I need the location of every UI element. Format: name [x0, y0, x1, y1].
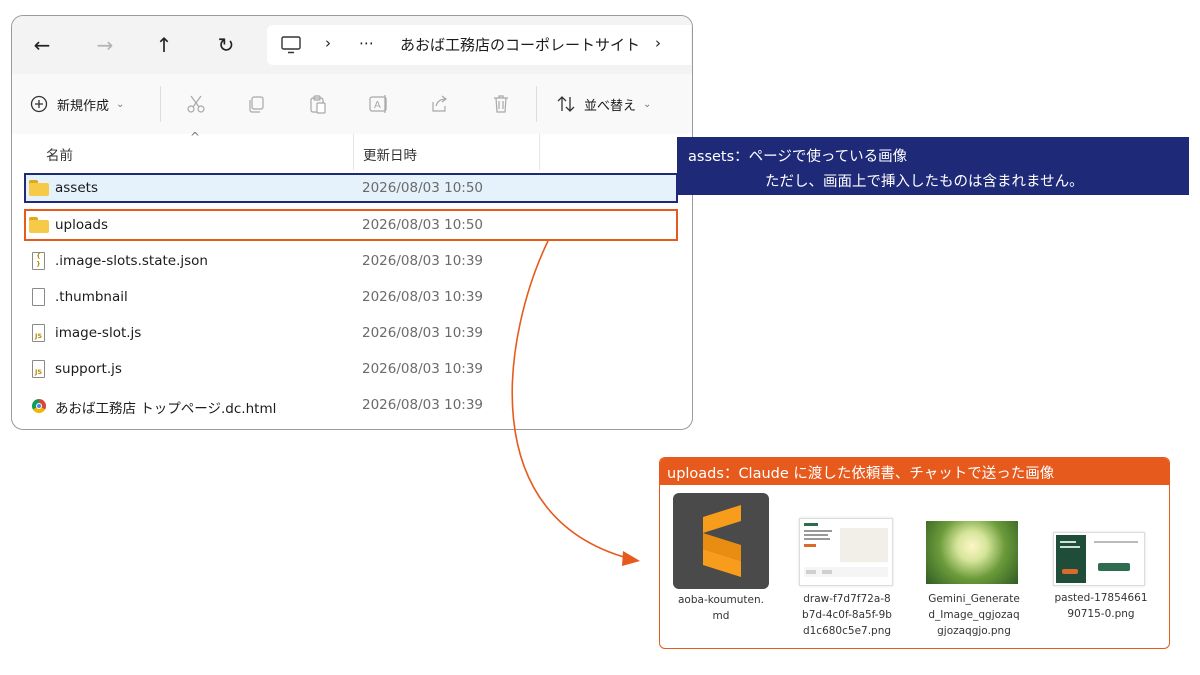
sort-button[interactable]: 並べ替え ⌄: [556, 92, 651, 116]
rename-icon[interactable]: A: [367, 92, 391, 116]
list-item-image-slot-js[interactable]: JS image-slot.js 2026/08/03 10:39: [25, 318, 677, 350]
upload-file-gemini-png[interactable]: Gemini_Generate d_Image_qgjozaq gjozaqgjo.…: [926, 521, 1022, 637]
uploads-callout-title: uploads：Claude に渡した依頼書、チャットで送った画像: [660, 458, 1169, 485]
new-button[interactable]: 新規作成 ⌄: [30, 92, 124, 116]
column-divider[interactable]: [353, 134, 354, 170]
breadcrumb-chevron[interactable]: ›: [325, 34, 331, 52]
js-file-icon: JS: [29, 360, 49, 380]
refresh-icon[interactable]: ↻: [211, 30, 241, 60]
breadcrumb-chevron-end[interactable]: ›: [655, 34, 661, 52]
command-bar: 新規作成 ⌄ A 並べ替え ⌄: [12, 74, 692, 135]
copy-icon[interactable]: [244, 92, 268, 116]
list-item-html[interactable]: あおば工務店 トップページ.dc.html 2026/08/03 10:39: [25, 390, 677, 422]
uploads-callout-panel: uploads：Claude に渡した依頼書、チャットで送った画像 aoba-k…: [659, 457, 1170, 649]
back-icon[interactable]: ←: [27, 30, 57, 60]
upload-file-md[interactable]: aoba-koumuten. md: [673, 493, 769, 622]
list-item-json[interactable]: { } .image-slots.state.json 2026/08/03 1…: [25, 246, 677, 278]
share-icon[interactable]: [427, 92, 451, 116]
toolbar-divider: [160, 86, 161, 122]
upload-file-pasted-png[interactable]: pasted-17854661 90715-0.png: [1053, 532, 1149, 632]
file-date: 2026/08/03 10:39: [362, 397, 484, 413]
new-button-label: 新規作成: [57, 98, 110, 114]
list-item-thumbnail[interactable]: .thumbnail 2026/08/03 10:39: [25, 282, 677, 314]
bokeh-photo-thumbnail-icon: [926, 521, 1018, 584]
screenshot-thumbnail-icon: [1053, 532, 1145, 586]
column-divider[interactable]: [539, 134, 540, 170]
column-header-name[interactable]: 名前: [46, 144, 73, 164]
file-date: 2026/08/03 10:39: [362, 253, 484, 269]
sort-ascending-icon: ^: [190, 130, 201, 144]
uploads-highlight-frame: [24, 209, 678, 241]
breadcrumb-overflow[interactable]: ⋯: [359, 34, 374, 52]
file-name: .thumbnail: [55, 289, 128, 305]
forward-icon[interactable]: →: [90, 30, 120, 60]
cut-icon[interactable]: [184, 92, 208, 116]
uploads-callout-title-text: uploads：Claude に渡した依頼書、チャットで送った画像: [667, 466, 1055, 482]
json-file-icon: { }: [29, 252, 49, 272]
chrome-icon: [29, 396, 49, 416]
file-date: 2026/08/03 10:39: [362, 325, 484, 341]
document-thumbnail-icon: [799, 518, 893, 586]
sort-icon: [557, 96, 575, 112]
paste-icon[interactable]: [306, 92, 330, 116]
breadcrumb-current-folder[interactable]: あおば工務店のコーポレートサイト: [400, 34, 640, 55]
assets-callout: assets：ページで使っている画像 ただし、画面上で挿入したものは含まれません…: [677, 137, 1189, 195]
column-header-modified[interactable]: 更新日時: [363, 144, 417, 164]
file-caption: draw-f7d7f72a-8 b7d-4c0f-8a5f-9b d1c680c5e…: [802, 593, 892, 637]
assets-callout-line1: assets：ページで使っている画像: [688, 149, 908, 165]
assets-highlight-frame: [24, 173, 678, 203]
file-caption: Gemini_Generate d_Image_qgjozaq gjozaqgjo.…: [928, 593, 1020, 637]
file-caption: aoba-koumuten. md: [678, 594, 764, 622]
chevron-down-icon: ⌄: [643, 98, 652, 110]
upload-file-draw-png[interactable]: draw-f7d7f72a-8 b7d-4c0f-8a5f-9b d1c680c5e…: [799, 518, 895, 637]
chevron-down-icon: ⌄: [116, 98, 125, 110]
up-icon[interactable]: ↑: [149, 30, 179, 60]
file-name: image-slot.js: [55, 325, 142, 341]
js-file-icon: JS: [29, 324, 49, 344]
sublime-text-icon: [673, 493, 769, 589]
blank-file-icon: [29, 288, 49, 308]
address-bar[interactable]: › ⋯ あおば工務店のコーポレートサイト ›: [267, 25, 691, 65]
address-bar-row: ← → ↑ ↻ › ⋯ あおば工務店のコーポレートサイト ›: [12, 16, 692, 74]
plus-circle-icon: [30, 95, 48, 113]
file-name: .image-slots.state.json: [55, 253, 208, 269]
delete-icon[interactable]: [489, 92, 513, 116]
file-name: あおば工務店 トップページ.dc.html: [55, 401, 277, 417]
file-date: 2026/08/03 10:39: [362, 361, 484, 377]
monitor-icon: [281, 36, 301, 54]
list-item-support-js[interactable]: JS support.js 2026/08/03 10:39: [25, 354, 677, 386]
column-header-row: 名前 ^ 更新日時: [12, 130, 692, 172]
file-date: 2026/08/03 10:39: [362, 289, 484, 305]
assets-callout-line2: ただし、画面上で挿入したものは含まれません。: [765, 174, 1084, 190]
file-caption: pasted-17854661 90715-0.png: [1054, 592, 1148, 620]
svg-text:A: A: [374, 100, 381, 111]
toolbar-divider: [536, 86, 537, 122]
sort-button-label: 並べ替え: [584, 98, 637, 114]
file-name: support.js: [55, 361, 122, 377]
